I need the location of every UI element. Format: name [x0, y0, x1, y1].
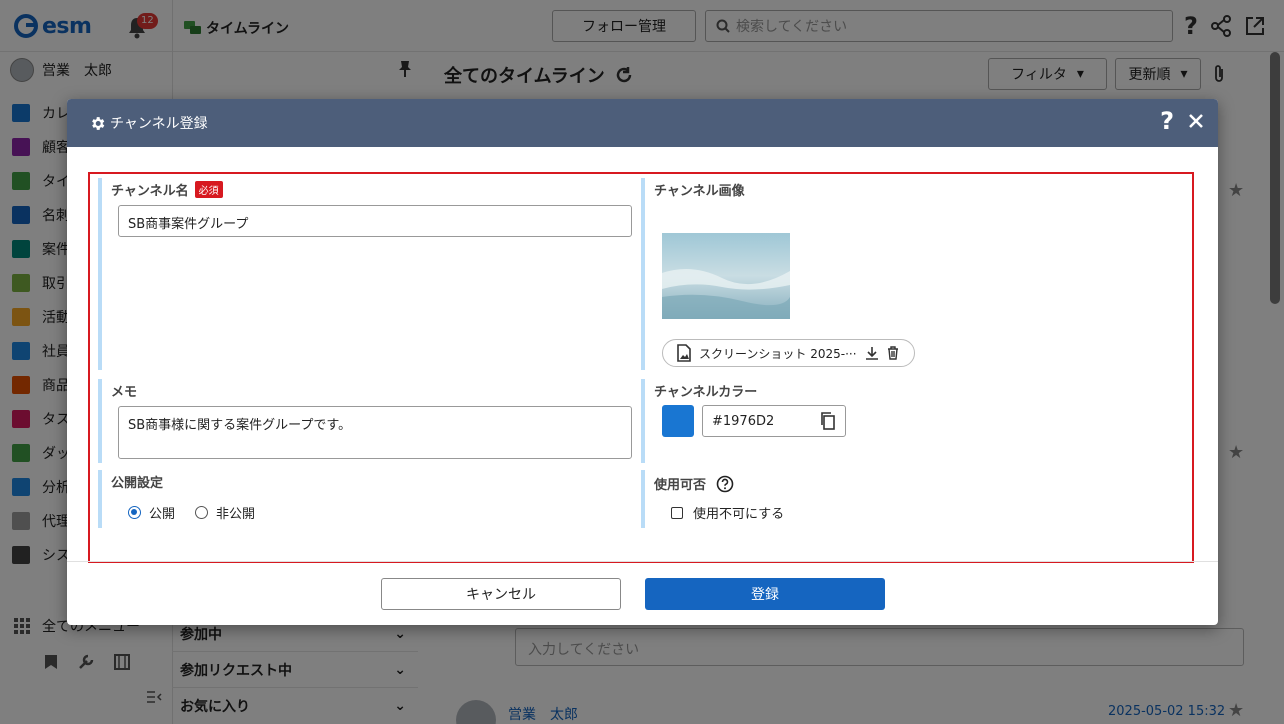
image-file-icon: [677, 344, 691, 362]
dialog-title: チャンネル登録: [110, 116, 208, 132]
cancel-button[interactable]: キャンセル: [381, 578, 621, 610]
radio-public[interactable]: [128, 506, 141, 519]
color-hex-value: #1976D2: [712, 413, 775, 429]
copy-icon[interactable]: [820, 412, 836, 430]
radio-private-label: 非公開: [216, 507, 256, 522]
channel-register-dialog: チャンネル登録 ? チャンネル名 必須 SB商事案件グループ チャンネル画像 ス…: [67, 99, 1218, 625]
help-circle-icon[interactable]: [716, 475, 734, 493]
attached-file-chip[interactable]: スクリーンショット 2025-···: [662, 339, 915, 367]
channel-name-label-row: チャンネル名 必須: [111, 180, 638, 199]
dialog-header: チャンネル登録 ?: [67, 99, 1218, 147]
channel-color-label: チャンネルカラー: [654, 385, 758, 400]
visibility-field: 公開設定 公開 非公開: [98, 470, 638, 528]
channel-image-field: チャンネル画像 スクリーンショット 2025-···: [641, 178, 1171, 370]
visibility-public-option[interactable]: 公開: [128, 503, 175, 522]
visibility-private-option[interactable]: 非公開: [195, 503, 255, 522]
channel-image-label: チャンネル画像: [654, 184, 745, 199]
dialog-help-icon[interactable]: ?: [1160, 109, 1174, 133]
required-badge: 必須: [194, 181, 223, 198]
color-hex-input[interactable]: #1976D2: [702, 405, 846, 437]
disable-usage-checkbox[interactable]: [671, 506, 683, 519]
close-icon[interactable]: [1188, 113, 1204, 129]
dialog-footer-divider: [67, 561, 1218, 562]
radio-public-label: 公開: [149, 507, 176, 522]
channel-image-preview[interactable]: [662, 233, 790, 319]
gear-icon: [92, 116, 105, 130]
download-icon[interactable]: [865, 346, 879, 360]
register-button[interactable]: 登録: [645, 578, 885, 610]
radio-private[interactable]: [195, 506, 209, 519]
visibility-label: 公開設定: [111, 476, 164, 491]
usage-field: 使用可否 使用不可にする: [641, 470, 1171, 528]
attached-file-name: スクリーンショット 2025-···: [699, 346, 857, 361]
visibility-radio-group: 公開 非公開: [128, 503, 638, 522]
channel-name-field: チャンネル名 必須 SB商事案件グループ: [98, 178, 638, 370]
color-swatch[interactable]: [662, 405, 694, 437]
disable-usage-option[interactable]: 使用不可にする: [671, 503, 1171, 522]
channel-name-input[interactable]: SB商事案件グループ: [118, 205, 632, 237]
usage-label: 使用可否: [654, 478, 707, 493]
memo-field: メモ SB商事様に関する案件グループです。: [98, 379, 638, 463]
channel-name-label: チャンネル名: [111, 184, 189, 199]
memo-textarea[interactable]: SB商事様に関する案件グループです。: [118, 406, 632, 459]
dialog-header-actions: ?: [1160, 109, 1204, 133]
trash-icon[interactable]: [887, 346, 899, 360]
usage-label-row: 使用可否: [654, 474, 1171, 493]
memo-label: メモ: [111, 385, 138, 400]
channel-color-field: チャンネルカラー #1976D2: [641, 379, 1171, 463]
disable-usage-label: 使用不可にする: [693, 507, 785, 522]
